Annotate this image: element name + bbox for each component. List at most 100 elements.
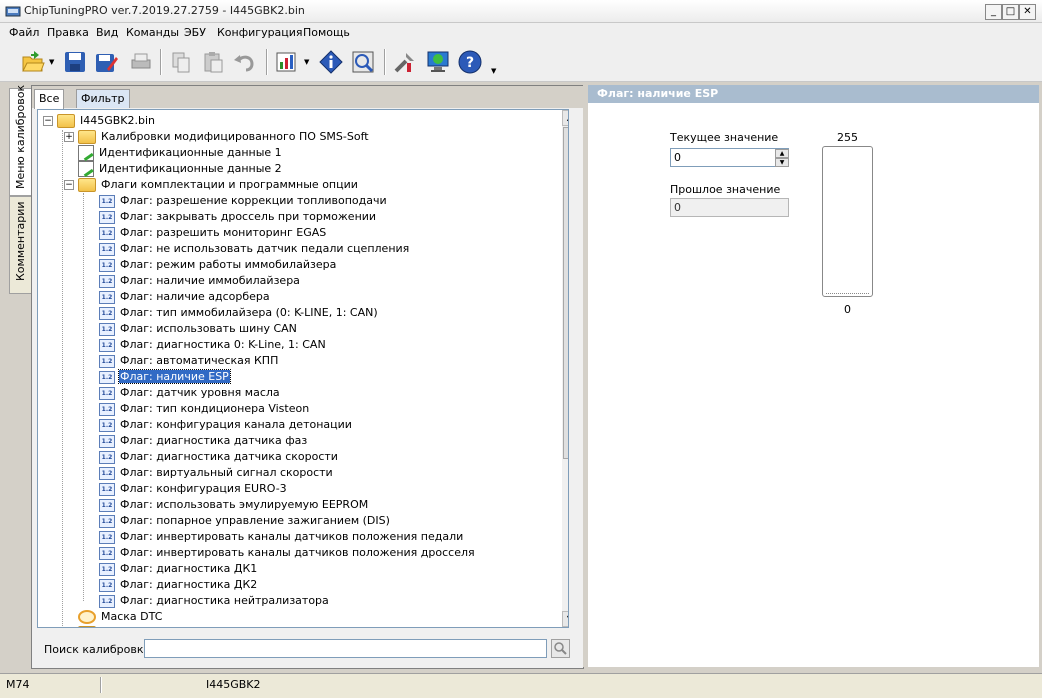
info-icon[interactable] (318, 49, 344, 75)
tab-calibration-menu[interactable]: Меню калибровок (9, 85, 33, 196)
tree-item[interactable]: Идентификационные данные 1 (78, 145, 283, 161)
tree-flag-item[interactable]: 1.2 Флаг: виртуальный сигнал скорости (99, 465, 334, 481)
minimize-button[interactable]: _ (985, 4, 1002, 20)
tree-flag-item[interactable]: 1.2 Флаг: наличие адсорбера (99, 289, 271, 305)
tree-flag-item[interactable]: 1.2 Флаг: датчик уровня масла (99, 385, 281, 401)
copy-icon[interactable] (168, 49, 194, 75)
tree-flag-item[interactable]: 1.2 Флаг: диагностика ДК1 (99, 561, 258, 577)
expand-toggle[interactable]: + (64, 132, 74, 142)
tree-guide-line (62, 130, 63, 627)
tree-flag-item[interactable]: 1.2 Флаг: закрывать дроссель при торможен… (99, 209, 377, 225)
spin-up-button[interactable]: ▲ (775, 149, 789, 158)
paste-icon[interactable] (200, 49, 226, 75)
tree-item[interactable]: +Диспетчер режимов (78, 625, 220, 627)
tree-item-label: Флаг: диагностика ДК1 (120, 562, 258, 575)
gauge-min-label: 0 (844, 303, 851, 316)
tree-flag-item[interactable]: 1.2 Флаг: тип иммобилайзера (0: K-LINE, 1… (99, 305, 379, 321)
tab-comments[interactable]: Комментарии (9, 196, 33, 294)
tree-item[interactable]: Маска DTC (78, 609, 163, 625)
calibration-tree[interactable]: − I445GBK2.bin + Калибровки модифицированно… (37, 109, 569, 628)
tree-flag-item[interactable]: 1.2 Флаг: инвертировать каналы датчиков п… (99, 529, 464, 545)
collapse-toggle[interactable]: − (43, 116, 53, 126)
scroll-thumb[interactable] (563, 127, 568, 459)
tree-item[interactable]: − Флаги комплектации и программные опции (64, 177, 359, 193)
tree-flag-item[interactable]: 1.2 Флаг: тип кондиционера Visteon (99, 401, 310, 417)
tree-flag-item[interactable]: 1.2 Флаг: автоматическая КПП (99, 353, 279, 369)
current-value-input[interactable] (670, 148, 789, 167)
flag-icon: 1.2 (99, 562, 115, 576)
tree-flag-item[interactable]: 1.2 Флаг: диагностика ДК2 (99, 577, 258, 593)
tree-item-label: Флаг: разрешение коррекции топливоподачи (120, 194, 387, 207)
close-button[interactable]: ✕ (1019, 4, 1036, 20)
window-title: ChipTuningPRO ver.7.2019.27.2759 - I445G… (24, 4, 305, 17)
tree-item-label: Флаг: использовать эмулируемую EEPROM (120, 498, 369, 511)
tree-flag-item[interactable]: 1.2 Флаг: режим работы иммобилайзера (99, 257, 337, 273)
tree-flag-item[interactable]: 1.2 Флаг: попарное управление зажиганием … (99, 513, 391, 529)
value-gauge[interactable] (822, 146, 873, 297)
toolbar-overflow-arrow[interactable]: ▼ (491, 67, 496, 75)
print-icon[interactable] (128, 49, 154, 75)
status-file: I445GBK2 (206, 678, 261, 691)
tab-comments-label: Комментарии (14, 201, 27, 281)
tree-flag-item[interactable]: 1.2 Флаг: диагностика датчика фаз (99, 433, 308, 449)
tree-item[interactable]: + Калибровки модифицированного ПО SMS-Sof… (64, 129, 370, 145)
tree-item-label: Флаг: инвертировать каналы датчиков поло… (120, 530, 464, 543)
chart-dropdown-arrow[interactable]: ▼ (304, 58, 309, 66)
search-button[interactable] (551, 639, 570, 658)
tree-item-label: Флаг: виртуальный сигнал скорости (120, 466, 333, 479)
tree-flag-item[interactable]: 1.2 Флаг: диагностика 0: K-Line, 1: CAN (99, 337, 327, 353)
tab-all[interactable]: Все (34, 89, 65, 109)
tree-flag-item[interactable]: 1.2 Флаг: наличие ESP (99, 369, 231, 385)
chart-icon[interactable] (273, 49, 299, 75)
flag-icon: 1.2 (99, 434, 115, 448)
open-dropdown-arrow[interactable]: ▼ (49, 58, 54, 66)
tree-flag-item[interactable]: 1.2 Флаг: диагностика датчика скорости (99, 449, 339, 465)
tree-flag-item[interactable]: 1.2 Флаг: использовать эмулируемую EEPROM (99, 497, 369, 513)
tree-scrollbar[interactable]: ▲ ▼ (562, 110, 568, 627)
collapse-toggle[interactable]: − (64, 180, 74, 190)
tree-flag-item[interactable]: 1.2 Флаг: разрешить мониторинг EGAS (99, 225, 327, 241)
menu-ecu[interactable]: ЭБУ (184, 26, 206, 39)
tree-flag-item[interactable]: 1.2 Флаг: разрешение коррекции топливопод… (99, 193, 388, 209)
tree-flag-item[interactable]: 1.2 Флаг: использовать шину CAN (99, 321, 298, 337)
flag-icon: 1.2 (99, 274, 115, 288)
tree-item-label: Флаг: инвертировать каналы датчиков поло… (120, 546, 475, 559)
folder-icon (57, 114, 75, 128)
scroll-down-button[interactable]: ▼ (562, 611, 568, 627)
spin-down-button[interactable]: ▼ (775, 158, 789, 167)
ecu-id-icon[interactable] (350, 49, 376, 75)
pane-splitter[interactable] (583, 85, 587, 667)
flag-icon: 1.2 (99, 514, 115, 528)
gauge-baseline (826, 293, 869, 294)
tree-flag-item[interactable]: 1.2 Флаг: диагностика нейтрализатора (99, 593, 330, 609)
menu-view[interactable]: Вид (96, 26, 118, 39)
tree-flag-item[interactable]: 1.2 Флаг: не использовать датчик педали с… (99, 241, 410, 257)
menu-help[interactable]: Помощь (303, 26, 350, 39)
flag-icon: 1.2 (99, 354, 115, 368)
tree-flag-item[interactable]: 1.2 Флаг: наличие иммобилайзера (99, 273, 301, 289)
tree-item-label: Флаг: не использовать датчик педали сцеп… (120, 242, 410, 255)
tree-guide-line (83, 193, 84, 601)
network-icon[interactable] (425, 49, 451, 75)
save-icon[interactable] (62, 49, 88, 75)
menu-commands[interactable]: Команды (126, 26, 179, 39)
tree-flag-item[interactable]: 1.2 Флаг: конфигурация канала детонации (99, 417, 353, 433)
search-input[interactable] (144, 639, 547, 658)
maximize-button[interactable]: □ (1002, 4, 1019, 20)
scroll-up-button[interactable]: ▲ (562, 110, 568, 126)
menu-edit[interactable]: Правка (47, 26, 89, 39)
menu-configuration[interactable]: Конфигурация (217, 26, 303, 39)
tab-filter[interactable]: Фильтр (76, 89, 130, 108)
tools-icon[interactable] (392, 49, 418, 75)
tree-root[interactable]: − I445GBK2.bin (43, 113, 156, 129)
tree-item[interactable]: Идентификационные данные 2 (78, 161, 283, 177)
help-icon[interactable]: ? (457, 49, 483, 75)
save-edit-icon[interactable] (93, 49, 119, 75)
undo-icon[interactable] (232, 49, 258, 75)
tree-flag-item[interactable]: 1.2 Флаг: конфигурация EURO-3 (99, 481, 288, 497)
tree-item-label: Флаг: диагностика датчика фаз (120, 434, 308, 447)
tree-flag-item[interactable]: 1.2 Флаг: инвертировать каналы датчиков п… (99, 545, 476, 561)
menu-file[interactable]: Файл (9, 26, 39, 39)
open-folder-icon[interactable] (20, 49, 46, 75)
tree-item-label: Флаги комплектации и программные опции (101, 178, 358, 191)
